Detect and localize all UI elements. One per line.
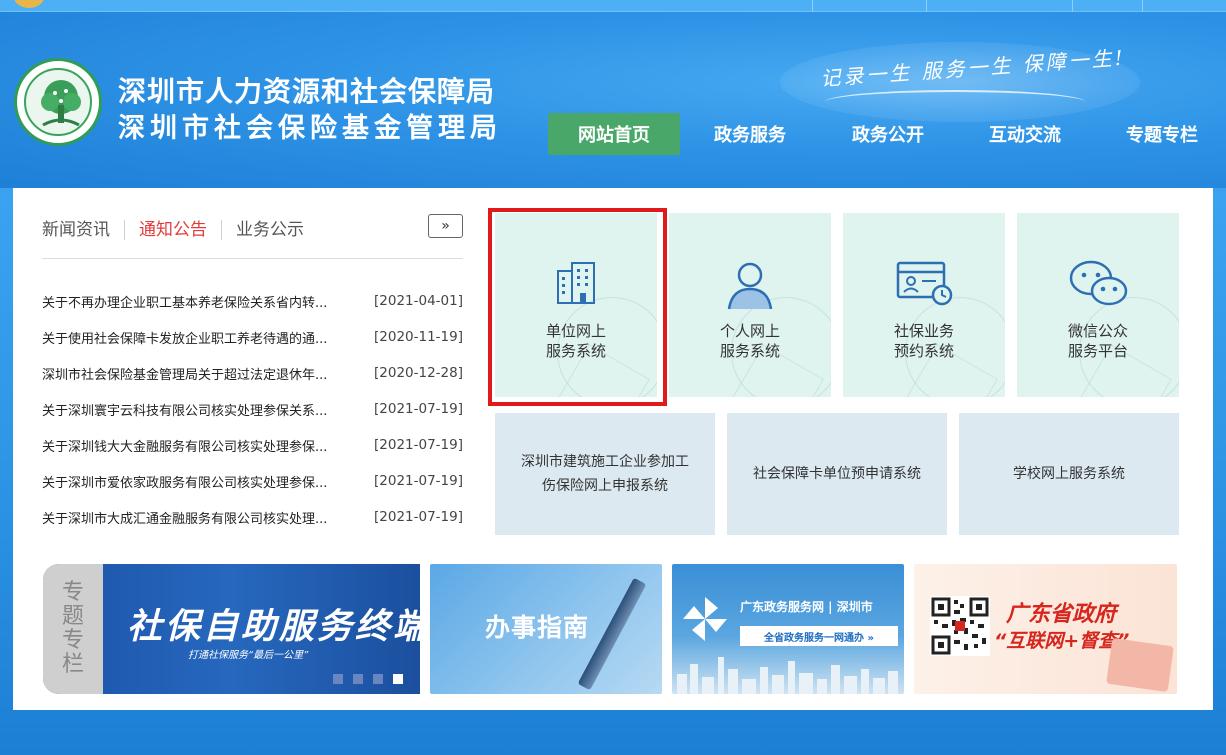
service-tile-school-online[interactable]: 学校网上服务系统	[959, 413, 1179, 535]
top-separator	[1072, 0, 1073, 12]
nav-home[interactable]: 网站首页	[548, 113, 680, 155]
news-item[interactable]: 深圳市社会保险基金管理局关于超过法定退休年... [2020-12-28]	[42, 363, 463, 383]
news-item[interactable]: 关于深圳钱大大金融服务有限公司核实处理参保... [2021-07-19]	[42, 435, 463, 455]
banner-title: 社保自助服务终端	[127, 607, 420, 647]
banner-subtitle: 全省政务服务一网通办 »	[740, 626, 898, 646]
service-tile-wechat[interactable]: 微信公众 服务平台	[1017, 213, 1179, 397]
news-item-title[interactable]: 关于使用社会保障卡发放企业职工养老待遇的通...	[42, 328, 354, 347]
top-separator	[1142, 0, 1143, 12]
special-topics-side-label: 专 题 专 栏	[43, 564, 103, 694]
news-item[interactable]: 关于深圳寰宇云科技有限公司核实处理参保关系... [2021-07-19]	[42, 399, 463, 419]
news-item-date: [2021-07-19]	[374, 437, 463, 453]
news-item-title[interactable]: 关于深圳钱大大金融服务有限公司核实处理参保...	[42, 436, 354, 455]
nav-special-topics[interactable]: 专题专栏	[1112, 113, 1212, 155]
side-char: 专	[61, 628, 84, 653]
tree-icon	[41, 80, 81, 127]
banner-title: 广东政务服务网 | 深圳市	[740, 600, 873, 614]
tab-business-publicity[interactable]: 业务公示	[221, 220, 318, 240]
wechat-icon	[1069, 260, 1128, 306]
service-tile-social-card-pre-apply[interactable]: 社会保障卡单位预申请系统	[727, 413, 947, 535]
nav-gov-disclosure[interactable]: 政务公开	[838, 113, 938, 155]
news-item[interactable]: 关于不再办理企业职工基本养老保险关系省内转... [2021-04-01]	[42, 291, 463, 311]
slogan-swoosh	[825, 90, 1085, 114]
news-item-title[interactable]: 深圳市社会保险基金管理局关于超过法定退休年...	[42, 364, 354, 383]
service-tile-label-line: 服务平台	[1067, 342, 1128, 360]
carousel-dot[interactable]	[373, 674, 383, 684]
banner-subtitle: 打通社保服务“最后一公里”	[188, 650, 309, 661]
news-item-date: [2021-07-19]	[374, 473, 463, 489]
nav-gov-services[interactable]: 政务服务	[700, 113, 800, 155]
carousel-dot[interactable]	[353, 674, 363, 684]
news-item-title[interactable]: 关于深圳市大成汇通金融服务有限公司核实处理...	[42, 508, 354, 527]
site-header: 深圳市人力资源和社会保障局 深圳市社会保险基金管理局 记录一生 服务一生 保障一…	[0, 12, 1226, 188]
org-title-social-insurance: 深圳市社会保险基金管理局	[118, 113, 502, 144]
service-tile-label-line: 服务系统	[719, 342, 780, 360]
top-strip	[0, 0, 1226, 12]
news-item-title[interactable]: 关于深圳市爱依家政服务有限公司核实处理参保...	[42, 472, 354, 491]
banner-guangdong-gov-service[interactable]: 广东政务服务网 | 深圳市 全省政务服务一网通办 »	[672, 564, 904, 694]
news-item[interactable]: 关于深圳市大成汇通金融服务有限公司核实处理... [2021-07-19]	[42, 507, 463, 527]
carousel-dots	[333, 674, 413, 684]
top-separator	[812, 0, 813, 12]
banner-service-guide[interactable]: 办事指南	[430, 564, 662, 694]
nav-interaction[interactable]: 互动交流	[975, 113, 1075, 155]
service-tile-appointment[interactable]: 社保业务 预约系统	[843, 213, 1005, 397]
news-item[interactable]: 关于深圳市爱依家政服务有限公司核实处理参保... [2021-07-19]	[42, 471, 463, 491]
banner-title: 办事指南	[485, 613, 590, 642]
person-icon	[727, 262, 773, 310]
side-char: 栏	[61, 652, 84, 677]
appointment-icon	[896, 261, 953, 306]
news-item-date: [2020-12-28]	[374, 365, 463, 381]
service-tile-label-line: 社保业务	[893, 322, 954, 340]
news-item-date: [2020-11-19]	[374, 329, 463, 345]
qr-code-icon	[930, 596, 990, 656]
news-tabs: 新闻资讯 通知公告 业务公示	[42, 218, 318, 242]
carousel-dot[interactable]	[333, 674, 343, 684]
banner-self-service-terminal[interactable]: 专 题 专 栏 社保自助服务终端 打通社保服务“最后一公里”	[43, 564, 420, 694]
news-divider	[42, 258, 463, 259]
top-logo-fragment	[14, 0, 44, 8]
side-char: 题	[61, 604, 84, 629]
service-tile-label: 微信公众 服务平台	[1017, 321, 1179, 361]
carousel-dot-active[interactable]	[393, 674, 403, 684]
news-item-date: [2021-07-19]	[374, 509, 463, 525]
news-item-title[interactable]: 关于深圳寰宇云科技有限公司核实处理参保关系...	[42, 400, 354, 419]
news-item-date: [2021-07-19]	[374, 401, 463, 417]
banner-internet-plus-supervision[interactable]: 广东省政府 “互联网+督查”	[914, 564, 1177, 694]
service-tile-label-line: 微信公众	[1067, 322, 1128, 340]
tab-news[interactable]: 新闻资讯	[42, 220, 124, 240]
news-item-date: [2021-04-01]	[374, 293, 463, 309]
service-tile-construction-injury[interactable]: 深圳市建筑施工企业参加工伤保险网上申报系统	[495, 413, 715, 535]
pinwheel-icon	[683, 597, 727, 641]
org-title-hrss: 深圳市人力资源和社会保障局	[118, 75, 496, 108]
envelope-icon	[1106, 637, 1174, 693]
city-skyline-icon	[677, 657, 898, 694]
highlight-box	[488, 208, 667, 406]
tab-notices[interactable]: 通知公告	[124, 220, 221, 240]
service-tile-label: 个人网上 服务系统	[669, 321, 831, 361]
top-separator	[926, 0, 927, 12]
service-tile-label: 社保业务 预约系统	[843, 321, 1005, 361]
service-tile-label-line: 预约系统	[893, 342, 954, 360]
news-item[interactable]: 关于使用社会保障卡发放企业职工养老待遇的通... [2020-11-19]	[42, 327, 463, 347]
news-item-title[interactable]: 关于不再办理企业职工基本养老保险关系省内转...	[42, 292, 354, 311]
news-more-button[interactable]: »	[428, 214, 463, 238]
side-char: 专	[61, 580, 84, 605]
banner-title: 广东省政府	[1006, 602, 1117, 627]
service-tile-personal-online[interactable]: 个人网上 服务系统	[669, 213, 831, 397]
banner-subtitle: “互联网+督查”	[994, 630, 1130, 652]
service-tile-label-line: 个人网上	[719, 322, 780, 340]
org-emblem-logo[interactable]	[14, 58, 102, 146]
